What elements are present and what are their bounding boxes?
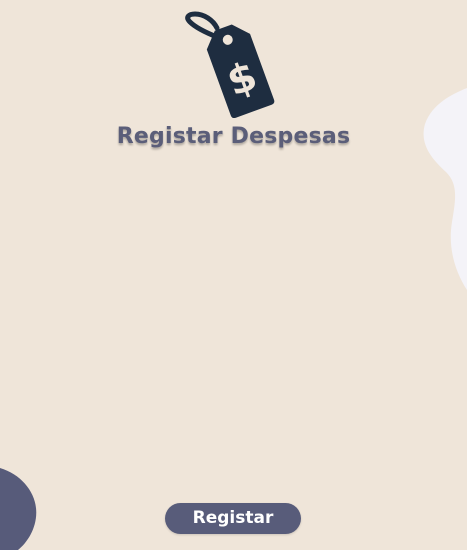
page-title: Registar Despesas: [116, 124, 351, 149]
light-blob-shape: [423, 88, 467, 290]
dark-blob-shape: [0, 468, 37, 550]
register-button[interactable]: Registar: [165, 503, 301, 534]
price-tag-dollar-icon: $: [185, 11, 275, 118]
tag-string: [185, 11, 220, 40]
